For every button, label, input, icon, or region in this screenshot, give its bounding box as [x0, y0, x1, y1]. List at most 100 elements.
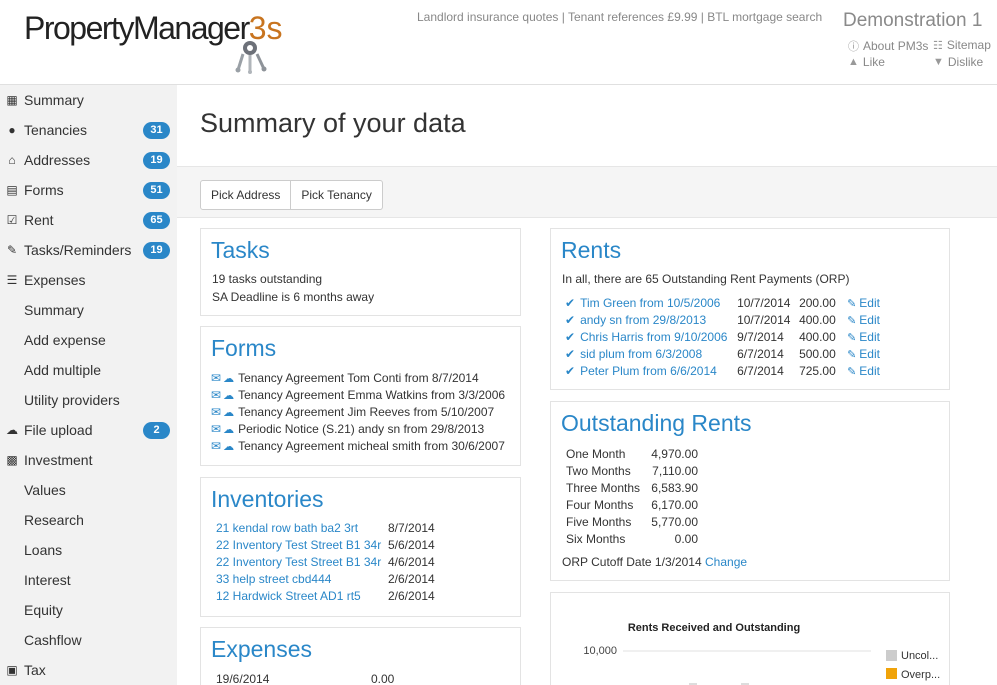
- sidebar-item-label: Add multiple: [24, 362, 102, 378]
- rent-link[interactable]: andy sn from 29/8/2013: [580, 313, 737, 327]
- chart-title: Rents Received and Outstanding: [628, 622, 800, 634]
- inventory-link[interactable]: 21 kendal row bath ba2 3rt: [216, 521, 388, 535]
- sidebar-item-label: Tasks/Reminders: [24, 242, 132, 258]
- cloud-download-icon[interactable]: ☁: [223, 389, 234, 402]
- count-badge: 2: [143, 422, 170, 439]
- sidebar-item-tasks[interactable]: ✎ Tasks/Reminders 19: [0, 235, 177, 265]
- sidebar-item-interest[interactable]: Interest: [0, 565, 177, 595]
- cloud-download-icon[interactable]: ☁: [223, 406, 234, 419]
- rent-link[interactable]: Tim Green from 10/5/2006: [580, 296, 737, 310]
- tasks-title[interactable]: Tasks: [211, 237, 270, 264]
- form-label: Tenancy Agreement Jim Reeves from 5/10/2…: [238, 405, 495, 419]
- like-link[interactable]: ▲ Like: [848, 55, 885, 69]
- inventory-link[interactable]: 12 Hardwick Street AD1 rt5: [216, 589, 388, 603]
- sidebar-item-summary[interactable]: ▦ Summary: [0, 85, 177, 115]
- cloud-download-icon[interactable]: ☁: [223, 372, 234, 385]
- rents-title[interactable]: Rents: [561, 237, 621, 264]
- table-row: 21 kendal row bath ba2 3rt 8/7/2014: [216, 521, 435, 535]
- pick-tenancy-button[interactable]: Pick Tenancy: [291, 180, 383, 210]
- count-badge: 51: [143, 182, 170, 199]
- edit-link[interactable]: ✎ Edit: [847, 347, 880, 361]
- envelope-icon[interactable]: ✉: [211, 422, 221, 436]
- form-label: Tenancy Agreement Tom Conti from 8/7/201…: [238, 371, 479, 385]
- form-label: Tenancy Agreement Emma Watkins from 3/3/…: [238, 388, 506, 402]
- inventory-date: 8/7/2014: [388, 521, 435, 535]
- sidebar-item-expenses[interactable]: ☰ Expenses: [0, 265, 177, 295]
- envelope-icon[interactable]: ✉: [211, 388, 221, 402]
- rent-link[interactable]: Peter Plum from 6/6/2014: [580, 364, 737, 378]
- inventory-link[interactable]: 22 Inventory Test Street B1 34r: [216, 538, 388, 552]
- rent-amount: 200.00: [799, 296, 836, 310]
- sidebar-item-tax[interactable]: ▣ Tax: [0, 655, 177, 685]
- sidebar-item-expenses-summary[interactable]: Summary: [0, 295, 177, 325]
- sidebar-item-label: Investment: [24, 452, 93, 468]
- inventory-link[interactable]: 22 Inventory Test Street B1 34r: [216, 555, 388, 569]
- change-cutoff-link[interactable]: Change: [705, 555, 747, 569]
- rent-link[interactable]: Chris Harris from 9/10/2006: [580, 330, 737, 344]
- like-label: Like: [862, 55, 885, 69]
- expenses-title[interactable]: Expenses: [211, 636, 312, 663]
- sidebar-item-add-multiple[interactable]: Add multiple: [0, 355, 177, 385]
- sidebar-item-utility-providers[interactable]: Utility providers: [0, 385, 177, 415]
- table-row: ✔ Peter Plum from 6/6/2014 6/7/2014 725.…: [565, 364, 880, 378]
- sidebar-item-loans[interactable]: Loans: [0, 535, 177, 565]
- sidebar-item-addresses[interactable]: ⌂ Addresses 19: [0, 145, 177, 175]
- sidebar-item-values[interactable]: Values: [0, 475, 177, 505]
- table-row: ✔ Tim Green from 10/5/2006 10/7/2014 200…: [565, 296, 880, 310]
- dislike-link[interactable]: ▼ Dislike: [933, 55, 983, 69]
- sitemap-link[interactable]: ☷ Sitemap: [933, 38, 991, 52]
- list-item[interactable]: ✉ ☁ Tenancy Agreement Tom Conti from 8/7/…: [211, 371, 479, 385]
- cloud-upload-icon: ☁: [6, 423, 18, 437]
- check-icon: ✔: [565, 347, 576, 361]
- edit-link[interactable]: ✎ Edit: [847, 364, 880, 378]
- sidebar-item-label: Forms: [24, 182, 64, 198]
- rent-amount: 400.00: [799, 330, 836, 344]
- cloud-download-icon[interactable]: ☁: [223, 440, 234, 453]
- sidebar-item-forms[interactable]: ▤ Forms 51: [0, 175, 177, 205]
- briefcase-icon: ▣: [6, 663, 18, 677]
- sitemap-icon: ☷: [933, 39, 943, 52]
- rent-amount: 400.00: [799, 313, 836, 327]
- list-item[interactable]: ✉ ☁ Tenancy Agreement Emma Watkins from 3…: [211, 388, 505, 402]
- cloud-download-icon[interactable]: ☁: [223, 423, 234, 436]
- inventory-link[interactable]: 33 help street cbd444: [216, 572, 388, 586]
- pick-address-button[interactable]: Pick Address: [200, 180, 292, 210]
- forms-title[interactable]: Forms: [211, 335, 276, 362]
- sidebar-item-rent[interactable]: ☑ Rent 65: [0, 205, 177, 235]
- grid-icon: ▦: [6, 93, 18, 107]
- promo-links[interactable]: Landlord insurance quotes | Tenant refer…: [417, 10, 822, 24]
- sidebar-item-research[interactable]: Research: [0, 505, 177, 535]
- envelope-icon[interactable]: ✉: [211, 439, 221, 453]
- list-item[interactable]: ✉ ☁ Periodic Notice (S.21) andy sn from 2…: [211, 422, 484, 436]
- inventories-title[interactable]: Inventories: [211, 486, 324, 513]
- sidebar-item-cashflow[interactable]: Cashflow: [0, 625, 177, 655]
- thumbs-up-icon: ▲: [848, 56, 859, 68]
- account-name[interactable]: Demonstration 1: [843, 10, 982, 32]
- rent-link[interactable]: sid plum from 6/3/2008: [580, 347, 737, 361]
- edit-label: Edit: [859, 296, 880, 310]
- expenses-panel: Expenses 19/6/2014 0.00: [200, 627, 521, 685]
- legend-swatch: [886, 668, 897, 679]
- sidebar-item-label: Interest: [24, 572, 71, 588]
- rents-chart: Rents Received and Outstanding 10,000 Un…: [583, 622, 940, 685]
- period-value: 6,583.90: [651, 481, 698, 495]
- period-value: 5,770.00: [651, 515, 698, 529]
- about-link[interactable]: ⓘ About PM3s: [848, 38, 928, 54]
- check-icon: ✔: [565, 330, 576, 344]
- rent-date: 10/7/2014: [737, 296, 791, 310]
- sidebar-item-investment[interactable]: ▩ Investment: [0, 445, 177, 475]
- sidebar-item-label: Addresses: [24, 152, 91, 168]
- edit-link[interactable]: ✎ Edit: [847, 296, 880, 310]
- envelope-icon[interactable]: ✉: [211, 371, 221, 385]
- list-item[interactable]: ✉ ☁ Tenancy Agreement micheal smith from …: [211, 439, 505, 453]
- edit-link[interactable]: ✎ Edit: [847, 313, 880, 327]
- sidebar-item-tenancies[interactable]: ● Tenancies 31: [0, 115, 177, 145]
- sidebar-item-file-upload[interactable]: ☁ File upload 2: [0, 415, 177, 445]
- y-tick-label: 10,000: [583, 645, 617, 657]
- sidebar-item-add-expense[interactable]: Add expense: [0, 325, 177, 355]
- sidebar-item-label: Add expense: [24, 332, 106, 348]
- envelope-icon[interactable]: ✉: [211, 405, 221, 419]
- edit-link[interactable]: ✎ Edit: [847, 330, 880, 344]
- sidebar-item-equity[interactable]: Equity: [0, 595, 177, 625]
- list-item[interactable]: ✉ ☁ Tenancy Agreement Jim Reeves from 5/1…: [211, 405, 494, 419]
